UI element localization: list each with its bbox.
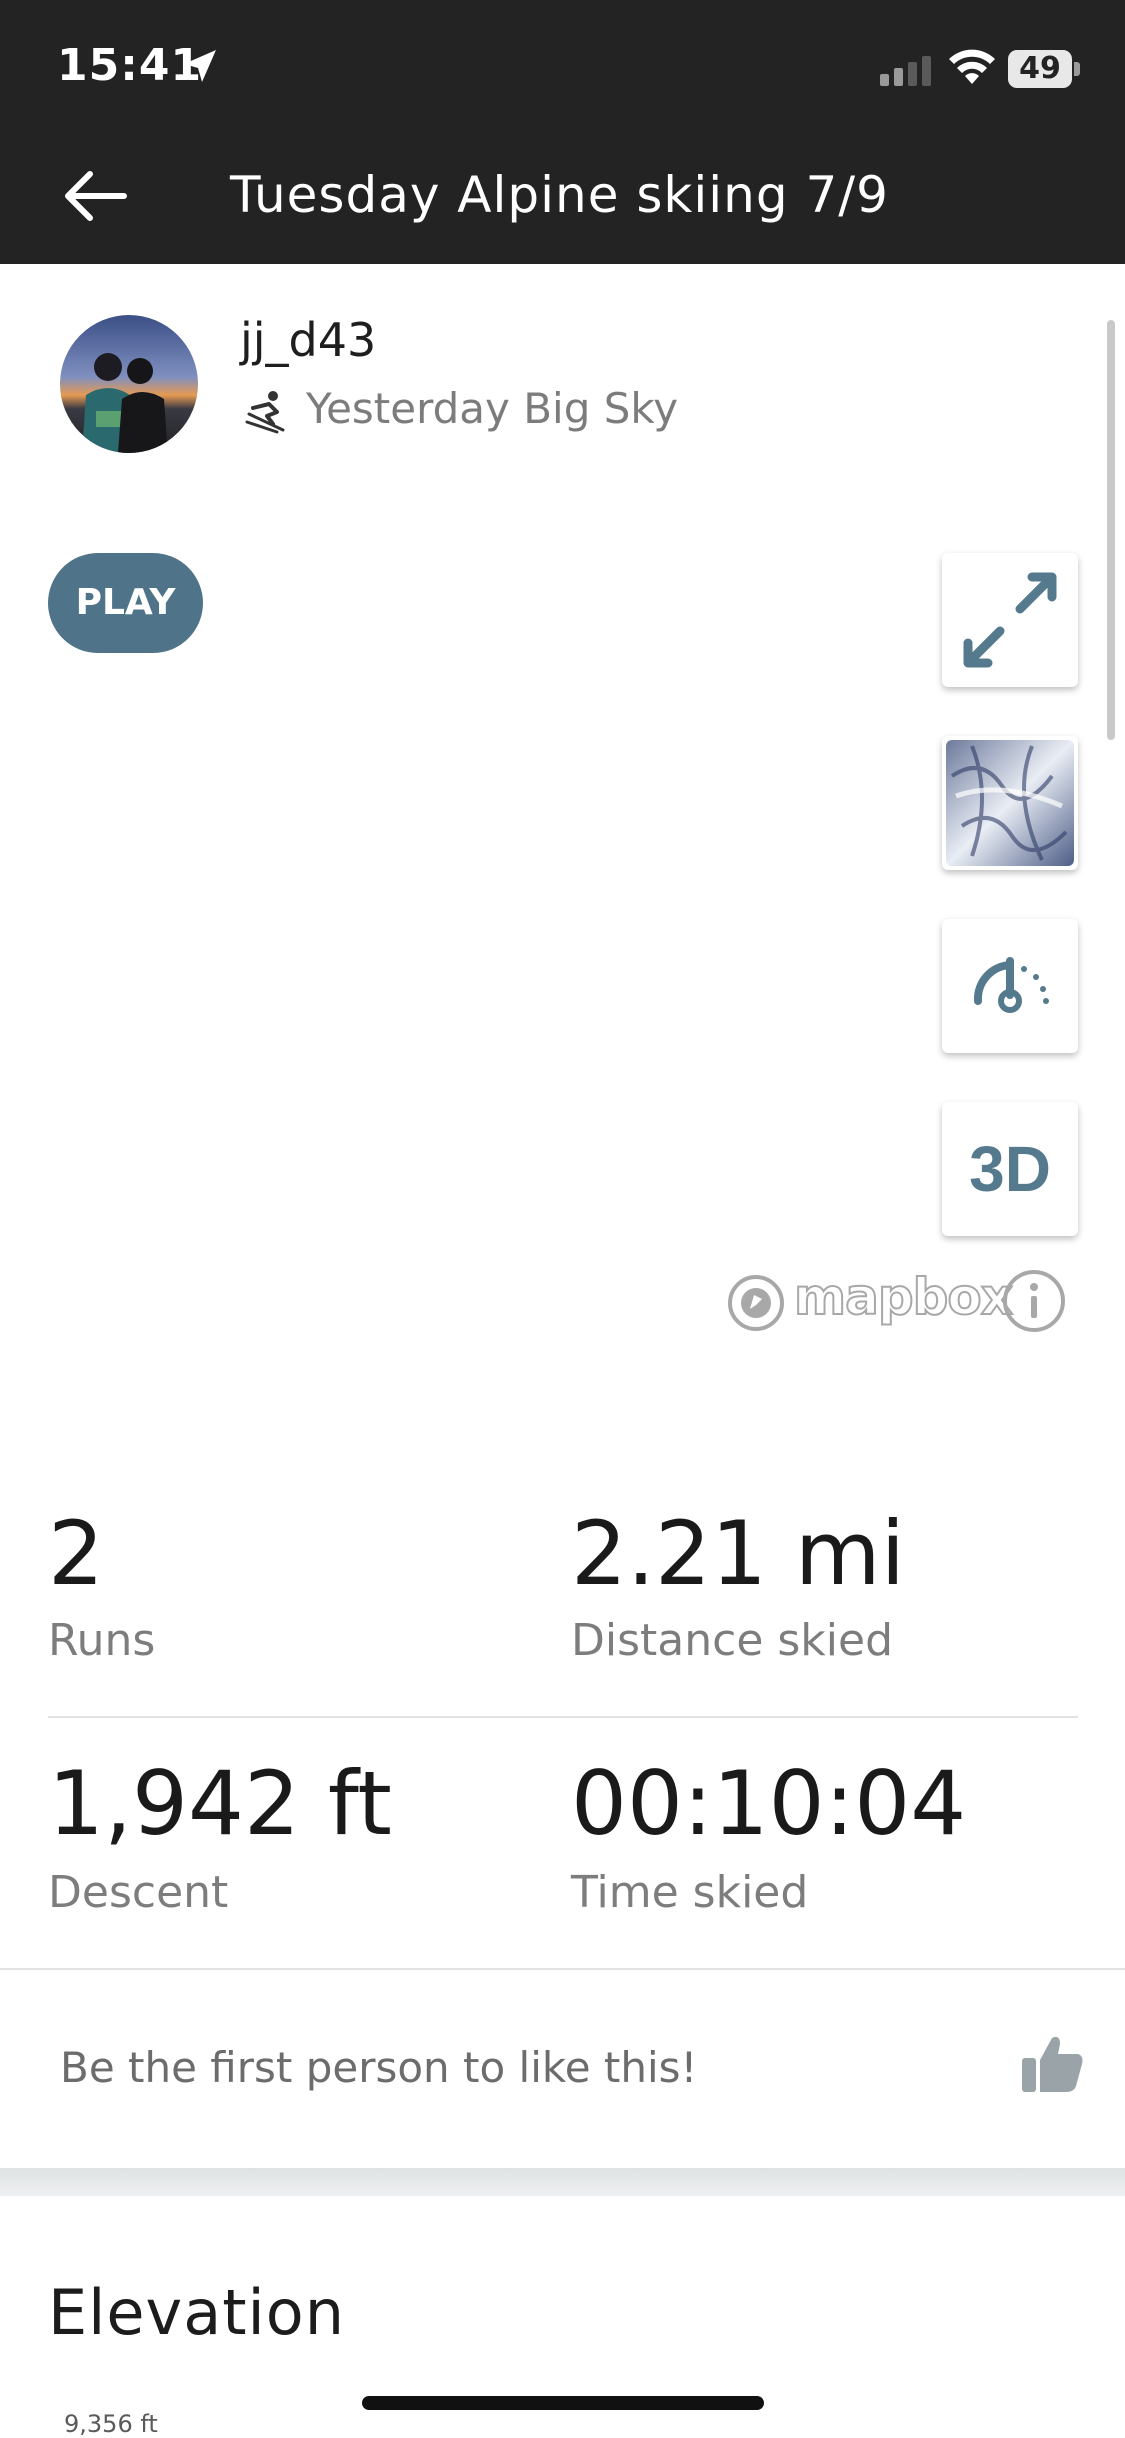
speed-gauge-icon: [973, 957, 1049, 1013]
page-title: Tuesday Alpine skiing 7/9: [230, 166, 889, 224]
back-arrow-icon[interactable]: [60, 168, 130, 224]
descent-value: 1,942 ft: [48, 1752, 392, 1855]
time-label: Time skied: [571, 1867, 809, 1918]
home-indicator[interactable]: [362, 2396, 764, 2410]
expand-map-button[interactable]: [942, 553, 1078, 687]
time-value: 00:10:04: [571, 1752, 967, 1855]
speed-overlay-button[interactable]: [942, 919, 1078, 1053]
elevation-title: Elevation: [48, 2276, 345, 2349]
battery-percent: 49: [1019, 51, 1061, 86]
distance-value: 2.21 mi: [571, 1502, 906, 1605]
descent-label: Descent: [48, 1867, 229, 1918]
expand-icon: [963, 572, 1057, 668]
runs-value: 2: [48, 1502, 104, 1605]
thumbs-up-icon[interactable]: [1020, 2032, 1086, 2094]
info-icon[interactable]: [1001, 1268, 1067, 1334]
stats-divider: [48, 1716, 1078, 1718]
mapbox-logo-icon: [728, 1275, 784, 1331]
top-bar: 15:41 49 Tuesday Alpine skiing 7/9: [0, 0, 1125, 264]
avatar[interactable]: [60, 315, 198, 453]
elevation-tick-label: 9,356 ft: [64, 2410, 158, 2438]
battery-icon: 49: [1008, 50, 1080, 88]
3d-view-button[interactable]: 3D: [942, 1102, 1078, 1236]
username[interactable]: jj_d43: [240, 313, 376, 367]
satellite-layer-icon: [946, 740, 1074, 866]
like-prompt: Be the first person to like this!: [60, 2043, 698, 2092]
distance-label: Distance skied: [571, 1615, 894, 1666]
runs-label: Runs: [48, 1615, 156, 1666]
section-separator: [0, 2168, 1125, 2196]
wifi-icon: [949, 49, 995, 84]
cellular-signal-icon: [880, 56, 931, 86]
play-button[interactable]: PLAY: [48, 553, 203, 653]
skier-icon: [245, 391, 285, 434]
section-divider: [0, 1968, 1125, 1970]
scrollbar[interactable]: [1107, 320, 1115, 740]
mapbox-attribution[interactable]: mapbox: [793, 1267, 1014, 1327]
satellite-layer-button[interactable]: [942, 736, 1078, 870]
activity-subtitle: Yesterday Big Sky: [306, 384, 679, 433]
location-arrow-icon: [184, 50, 216, 82]
